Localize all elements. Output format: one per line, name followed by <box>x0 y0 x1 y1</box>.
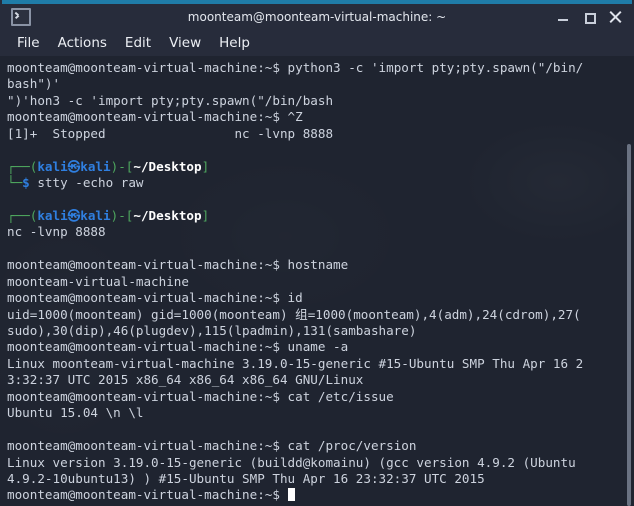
active-window-accent <box>2 0 632 4</box>
minimize-button[interactable] <box>557 11 570 24</box>
shell-prompt: moonteam@moonteam-virtual-machine:~$ <box>7 257 280 273</box>
kali-prompt-user: kali㉿kali <box>37 207 111 223</box>
terminal-text: 3:32:37 UTC 2015 x86_64 x86_64 x86_64 GN… <box>7 372 364 388</box>
kali-prompt-border: ┌──( <box>7 158 38 174</box>
maximize-button[interactable] <box>583 11 596 24</box>
terminal-line: moonteam@moonteam-virtual-machine:~$ <box>7 487 634 503</box>
terminal-command: cat /etc/issue <box>279 388 394 404</box>
window-title: moonteam@moonteam-virtual-machine: ~ <box>187 10 447 24</box>
terminal-icon <box>11 8 31 26</box>
terminal-line <box>7 142 634 158</box>
terminal-line: moonteam@moonteam-virtual-machine:~$ cat… <box>7 389 634 405</box>
terminal-text: Linux version 3.19.0-15-generic (buildd@… <box>7 454 576 470</box>
terminal-text: ")'hon3 -c 'import pty;pty.spawn("/bin/b… <box>7 92 334 108</box>
terminal-line: moonteam@moonteam-virtual-machine:~$ id <box>7 290 634 306</box>
title-bar[interactable]: moonteam@moonteam-virtual-machine: ~ <box>0 0 634 30</box>
terminal-line: Linux moonteam-virtual-machine 3.19.0-15… <box>7 356 634 372</box>
kali-prompt-border: └─ <box>7 175 23 191</box>
vertical-scrollbar[interactable] <box>624 56 634 506</box>
terminal-text: 4.9.2-10ubuntu13) ) #15-Ubuntu SMP Thu A… <box>7 470 485 486</box>
terminal-line: moonteam-virtual-machine <box>7 274 634 290</box>
kali-prompt-user: kali㉿kali <box>37 158 111 174</box>
terminal-line: uid=1000(moonteam) gid=1000(moonteam) 组=… <box>7 307 634 323</box>
kali-prompt-path: ~/Desktop <box>133 158 202 174</box>
scrollbar-thumb[interactable] <box>627 144 631 506</box>
terminal-line: moonteam@moonteam-virtual-machine:~$ ^Z <box>7 109 634 125</box>
terminal-blank <box>7 142 15 157</box>
terminal-line: Ubuntu 15.04 \n \l <box>7 405 634 421</box>
menu-item-file[interactable]: File <box>8 33 49 54</box>
close-icon[interactable] <box>609 10 622 24</box>
menu-bar: File Actions Edit View Help <box>0 30 634 56</box>
shell-prompt: moonteam@moonteam-virtual-machine:~$ <box>7 109 280 125</box>
terminal-window: moonteam@moonteam-virtual-machine: ~ Fil… <box>0 0 634 506</box>
terminal-blank <box>7 241 15 256</box>
terminal-text: moonteam-virtual-machine <box>7 273 189 289</box>
kali-prompt-sep: ] <box>201 158 210 174</box>
terminal-text: sudo),30(dip),46(plugdev),115(lpadmin),1… <box>7 323 417 338</box>
window-controls <box>557 10 634 24</box>
menu-item-actions[interactable]: Actions <box>49 33 116 54</box>
terminal-command: python3 -c 'import pty;pty.spawn("/bin/ <box>279 60 584 75</box>
menu-item-edit[interactable]: Edit <box>116 33 160 54</box>
terminal-screen: moonteam@moonteam-virtual-machine:~$ pyt… <box>7 60 634 504</box>
terminal-command: uname -a <box>279 339 349 355</box>
terminal-line: bash")' <box>7 76 634 92</box>
terminal-line: moonteam@moonteam-virtual-machine:~$ hos… <box>7 257 634 273</box>
terminal-command: stty -echo raw <box>29 175 144 191</box>
terminal-blank <box>7 422 15 437</box>
terminal-text: Ubuntu 15.04 \n \l <box>7 405 144 421</box>
terminal-command: ^Z <box>279 109 303 125</box>
kali-prompt-path: ~/Desktop <box>133 207 202 223</box>
shell-prompt: moonteam@moonteam-virtual-machine:~$ <box>7 290 280 306</box>
terminal-line <box>7 422 634 438</box>
terminal-line: ┌──(kali㉿kali)-[~/Desktop] <box>7 208 634 224</box>
terminal-line: moonteam@moonteam-virtual-machine:~$ pyt… <box>7 60 634 76</box>
kali-prompt-border: ┌──( <box>7 207 38 223</box>
shell-prompt: moonteam@moonteam-virtual-machine:~$ <box>7 339 280 355</box>
kali-prompt-sep: )-[ <box>110 158 134 174</box>
terminal-line: ┌──(kali㉿kali)-[~/Desktop] <box>7 159 634 175</box>
terminal-line: Linux version 3.19.0-15-generic (buildd@… <box>7 455 634 471</box>
terminal-text: [1]+ Stopped nc -lvnp 8888 <box>7 125 334 141</box>
terminal-output-area[interactable]: moonteam@moonteam-virtual-machine:~$ pyt… <box>0 56 634 506</box>
shell-prompt: moonteam@moonteam-virtual-machine:~$ <box>7 487 280 503</box>
kali-prompt-sep: ] <box>201 207 210 223</box>
shell-prompt: moonteam@moonteam-virtual-machine:~$ <box>7 60 280 75</box>
terminal-command: id <box>279 290 303 306</box>
terminal-command: cat /proc/version <box>279 438 417 454</box>
terminal-line: └─$ stty -echo raw <box>7 175 634 191</box>
shell-prompt: moonteam@moonteam-virtual-machine:~$ <box>7 438 280 454</box>
terminal-text: uid=1000(moonteam) gid=1000(moonteam) 组=… <box>7 306 581 322</box>
text-cursor <box>287 488 296 502</box>
terminal-line: 4.9.2-10ubuntu13) ) #15-Ubuntu SMP Thu A… <box>7 471 634 487</box>
terminal-line: ")'hon3 -c 'import pty;pty.spawn("/bin/b… <box>7 93 634 109</box>
kali-prompt-sep: )-[ <box>110 207 134 223</box>
terminal-line: nc -lvnp 8888 <box>7 224 634 240</box>
shell-prompt: moonteam@moonteam-virtual-machine:~$ <box>7 388 280 404</box>
terminal-blank <box>7 192 15 207</box>
terminal-line: [1]+ Stopped nc -lvnp 8888 <box>7 126 634 142</box>
terminal-line: moonteam@moonteam-virtual-machine:~$ cat… <box>7 438 634 454</box>
terminal-line: moonteam@moonteam-virtual-machine:~$ una… <box>7 339 634 355</box>
terminal-text: bash")' <box>7 76 61 92</box>
terminal-line <box>7 192 634 208</box>
terminal-line: 3:32:37 UTC 2015 x86_64 x86_64 x86_64 GN… <box>7 372 634 388</box>
terminal-command <box>280 487 288 502</box>
kali-prompt-dollar: $ <box>22 175 30 191</box>
terminal-text: nc -lvnp 8888 <box>7 224 106 240</box>
menu-item-help[interactable]: Help <box>210 33 259 54</box>
terminal-line: sudo),30(dip),46(plugdev),115(lpadmin),1… <box>7 323 634 339</box>
terminal-text: Linux moonteam-virtual-machine 3.19.0-15… <box>7 355 584 371</box>
terminal-line <box>7 241 634 257</box>
menu-item-view[interactable]: View <box>160 33 210 54</box>
terminal-command: hostname <box>279 257 349 273</box>
